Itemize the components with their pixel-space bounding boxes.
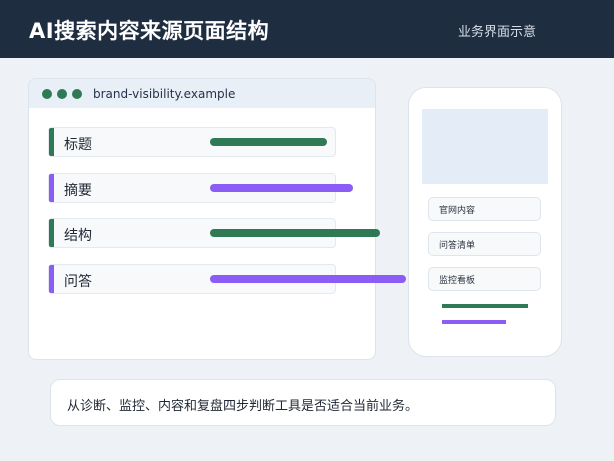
browser-url: brand-visibility.example [93, 87, 236, 101]
header-bar: AI搜索内容来源页面结构 业务界面示意 [0, 0, 614, 58]
phone-item: 监控看板 [428, 267, 541, 291]
phone-item-label: 监控看板 [439, 276, 476, 286]
row-accent [49, 219, 54, 247]
row-label: 结构 [64, 228, 92, 244]
window-dot-icon [72, 89, 82, 99]
row-accent [49, 265, 54, 293]
title-bar-line [210, 138, 327, 146]
summary-note-card: 从诊断、监控、内容和复盘四步判断工具是否适合当前业务。 [50, 379, 556, 426]
phone-hero-image [422, 109, 548, 184]
browser-address-bar: brand-visibility.example [29, 79, 375, 108]
structure-bar-line [210, 229, 380, 237]
summary-note-text: 从诊断、监控、内容和复盘四步判断工具是否适合当前业务。 [67, 399, 419, 414]
row-label: 标题 [64, 137, 92, 153]
phone-item-label: 官网内容 [439, 206, 476, 216]
summary-bar-line [210, 184, 353, 192]
window-dot-icon [57, 89, 67, 99]
phone-item-label: 问答清单 [439, 241, 476, 251]
row-accent [49, 128, 54, 156]
row-accent [49, 174, 54, 202]
page-subtitle: 业务界面示意 [457, 25, 536, 40]
page-title: AI搜索内容来源页面结构 [29, 19, 270, 43]
phone-mockup: 官网内容 问答清单 监控看板 [408, 87, 562, 357]
row-label: 摘要 [64, 183, 92, 199]
phone-item: 问答清单 [428, 232, 541, 256]
phone-green-bar [442, 304, 528, 308]
window-dot-icon [42, 89, 52, 99]
phone-item: 官网内容 [428, 197, 541, 221]
row-label: 问答 [64, 274, 92, 290]
qa-bar-line [210, 275, 406, 283]
phone-purple-bar [442, 320, 506, 324]
